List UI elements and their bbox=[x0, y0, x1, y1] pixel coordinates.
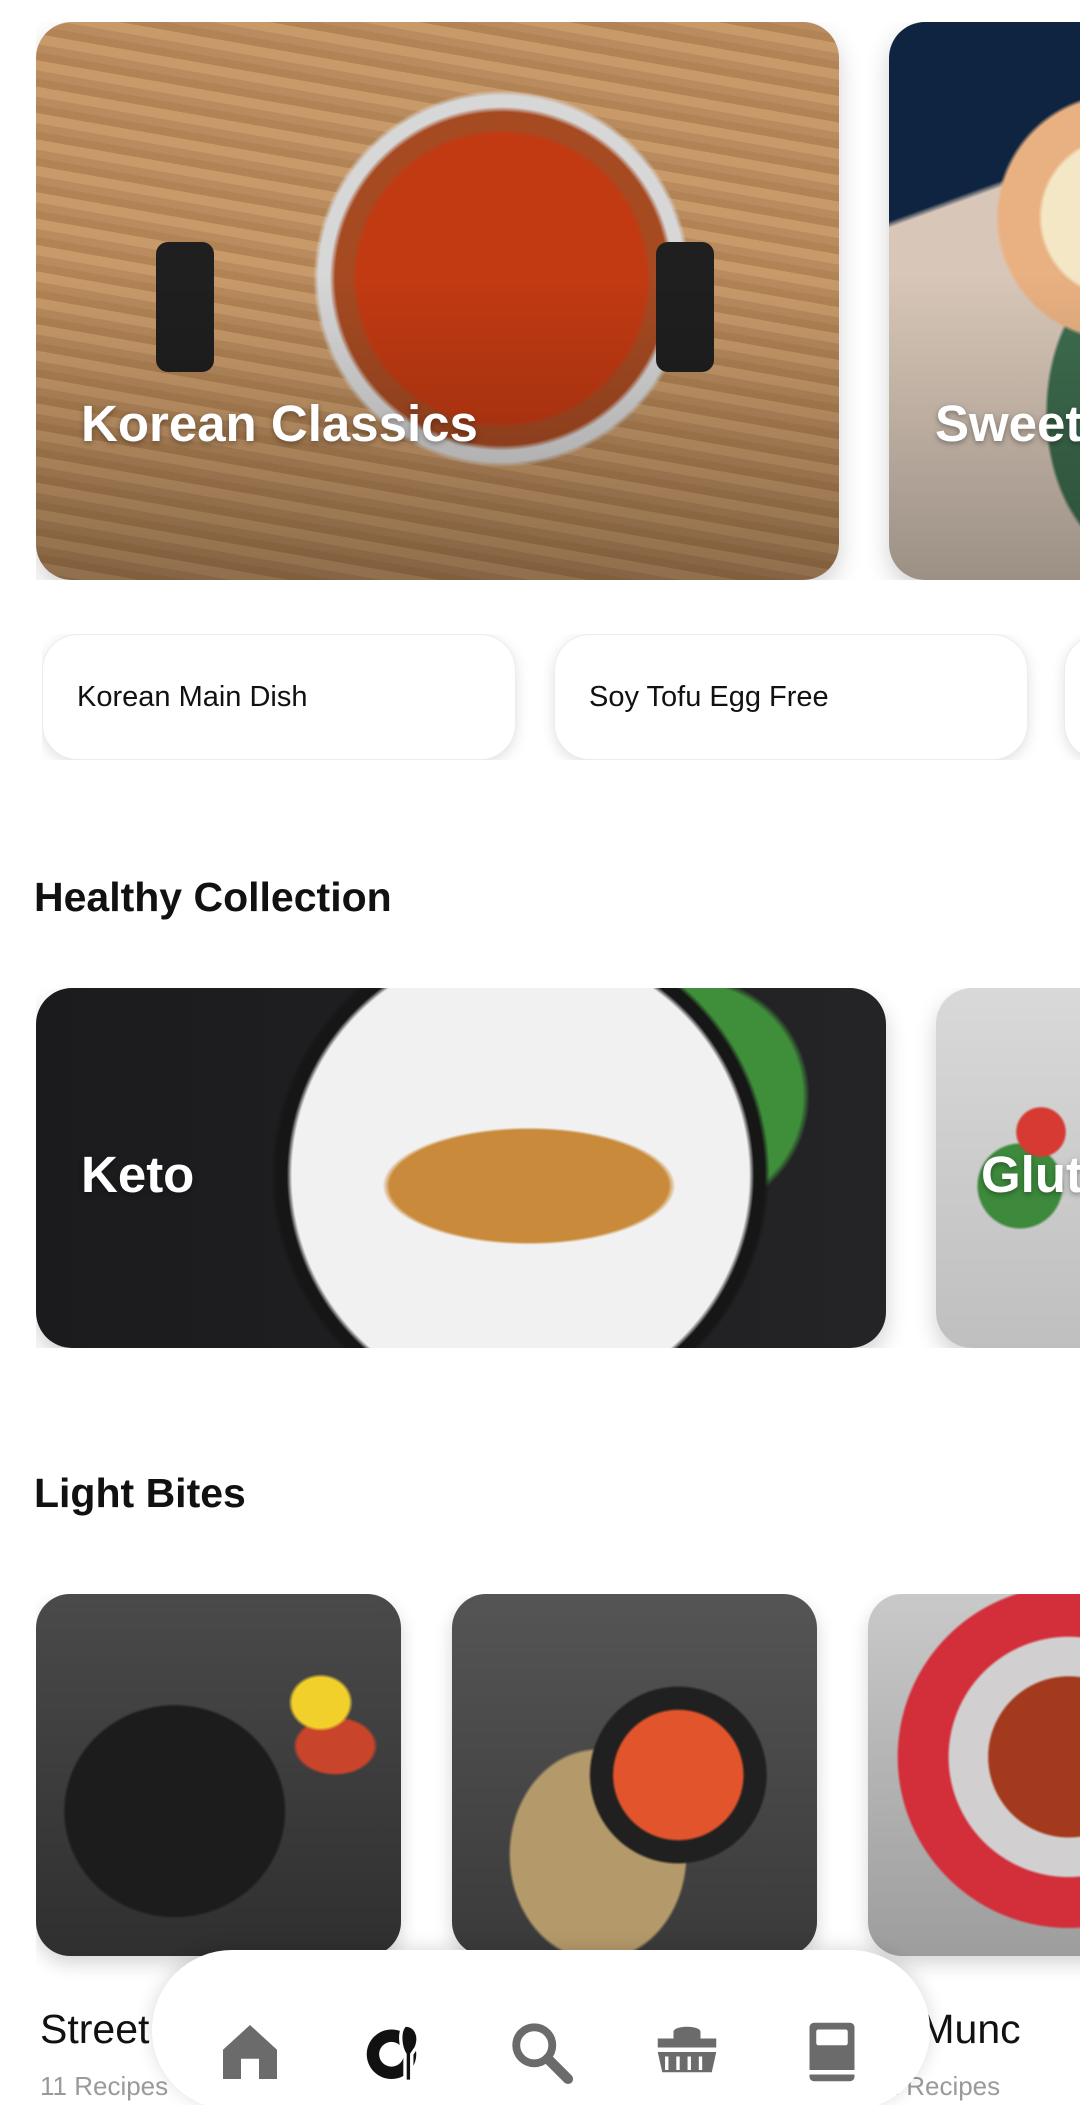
section-heading-light-bites: Light Bites bbox=[34, 1470, 246, 1516]
collection-card-title: Korean Classics bbox=[81, 395, 478, 452]
card-image-shade bbox=[889, 22, 1080, 580]
nav-meal-plan-button[interactable] bbox=[647, 2012, 727, 2092]
nav-home-button[interactable] bbox=[210, 2012, 290, 2092]
nav-cookbook-button[interactable] bbox=[792, 2012, 872, 2092]
chip-korean-main-dish[interactable]: Korean Main Dish bbox=[42, 634, 516, 760]
bottom-navigation bbox=[152, 1950, 930, 2105]
recipe-image bbox=[868, 1594, 1080, 1956]
collection-card-korean-classics[interactable]: Korean Classics bbox=[36, 22, 839, 580]
meal-plan-icon bbox=[657, 2026, 716, 2073]
category-chips[interactable]: Korean Main Dish Soy Tofu Egg Free bbox=[42, 634, 1080, 760]
card-image-shade bbox=[36, 22, 839, 580]
recipe-card[interactable] bbox=[452, 1594, 817, 2006]
featured-carousel[interactable]: Korean Classics Sweet bbox=[36, 22, 1080, 580]
nav-recipes-button[interactable] bbox=[356, 2012, 436, 2092]
recipe-image bbox=[36, 1594, 401, 1956]
collection-card-sweet[interactable]: Sweet bbox=[889, 22, 1080, 580]
healthy-carousel[interactable]: Keto Glut bbox=[36, 988, 1080, 1348]
search-icon bbox=[512, 2023, 574, 2085]
cookbook-icon bbox=[809, 2022, 855, 2082]
home-icon bbox=[223, 2025, 277, 2079]
chip-soy-tofu-egg-free[interactable]: Soy Tofu Egg Free bbox=[554, 634, 1028, 760]
recipes-icon bbox=[366, 2023, 420, 2083]
collection-card-title: Glut bbox=[981, 1146, 1080, 1203]
collection-card-gluten[interactable]: Glut bbox=[936, 988, 1080, 1348]
section-heading-healthy: Healthy Collection bbox=[34, 874, 392, 920]
chip-partial[interactable] bbox=[1064, 634, 1080, 760]
collection-card-title: Keto bbox=[81, 1146, 195, 1203]
nav-search-button[interactable] bbox=[501, 2012, 581, 2092]
recipe-image bbox=[452, 1594, 817, 1956]
collection-card-keto[interactable]: Keto bbox=[36, 988, 886, 1348]
collection-card-title: Sweet bbox=[935, 395, 1080, 452]
